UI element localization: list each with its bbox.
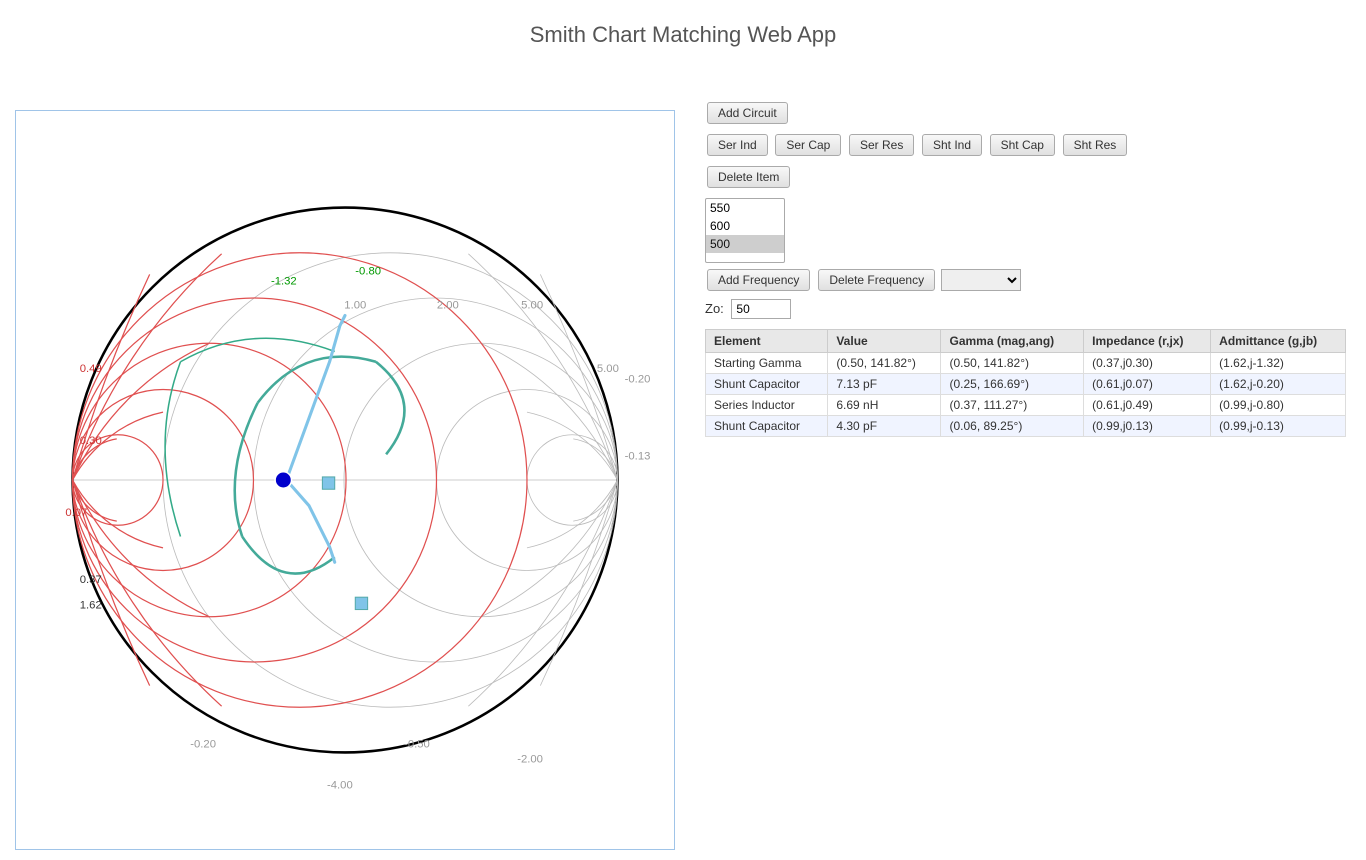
sht-ind-button[interactable]: Sht Ind — [922, 134, 982, 156]
svg-text:0.37: 0.37 — [80, 574, 102, 586]
table-cell-impedance: (0.99,j0.13) — [1084, 416, 1211, 437]
table-cell-admittance: (1.62,j-0.20) — [1211, 374, 1346, 395]
delete-item-button[interactable]: Delete Item — [707, 166, 790, 188]
svg-text:-0.13: -0.13 — [625, 450, 651, 462]
element-buttons-row: Ser Ind Ser Cap Ser Res Sht Ind Sht Cap … — [705, 132, 1346, 158]
svg-text:-2.00: -2.00 — [517, 754, 543, 766]
table-row[interactable]: Starting Gamma(0.50, 141.82°)(0.50, 141.… — [706, 353, 1346, 374]
table-cell-gamma: (0.25, 166.69°) — [941, 374, 1084, 395]
freq-option-550[interactable]: 550 — [706, 199, 784, 217]
svg-text:0.49: 0.49 — [80, 363, 102, 375]
frequency-dropdown[interactable] — [941, 269, 1021, 291]
table-cell-element: Shunt Capacitor — [706, 416, 828, 437]
freq-option-600[interactable]: 600 — [706, 217, 784, 235]
table-body: Starting Gamma(0.50, 141.82°)(0.50, 141.… — [706, 353, 1346, 437]
smith-chart: 1.00 2.00 5.00 -0.13 -0.20 0.49 0.30 0.0… — [15, 110, 675, 850]
table-row[interactable]: Shunt Capacitor4.30 pF(0.06, 89.25°)(0.9… — [706, 416, 1346, 437]
svg-text:5.00: 5.00 — [521, 299, 543, 311]
add-circuit-button[interactable]: Add Circuit — [707, 102, 788, 124]
delete-row: Delete Item — [705, 164, 1346, 190]
svg-text:-0.20: -0.20 — [190, 738, 216, 750]
svg-text:-0.50: -0.50 — [404, 738, 430, 750]
svg-text:-1.32: -1.32 — [271, 276, 297, 288]
page-title: Smith Chart Matching Web App — [0, 22, 1366, 48]
delete-frequency-button[interactable]: Delete Frequency — [818, 269, 935, 291]
col-admittance: Admittance (g,jb) — [1211, 330, 1346, 353]
svg-text:-0.20: -0.20 — [625, 373, 651, 385]
table-cell-admittance: (0.99,j-0.80) — [1211, 395, 1346, 416]
table-row[interactable]: Shunt Capacitor7.13 pF(0.25, 166.69°)(0.… — [706, 374, 1346, 395]
svg-text:0.07: 0.07 — [65, 507, 87, 519]
svg-text:2.00: 2.00 — [437, 299, 459, 311]
controls-panel: Add Circuit Ser Ind Ser Cap Ser Res Sht … — [675, 0, 1366, 860]
ser-ind-button[interactable]: Ser Ind — [707, 134, 768, 156]
table-cell-element: Starting Gamma — [706, 353, 828, 374]
col-gamma: Gamma (mag,ang) — [941, 330, 1084, 353]
zo-row: Zo: — [705, 299, 1346, 319]
svg-text:-0.80: -0.80 — [355, 265, 381, 277]
svg-text:5.00: 5.00 — [597, 363, 619, 375]
add-frequency-button[interactable]: Add Frequency — [707, 269, 810, 291]
table-cell-value: 4.30 pF — [828, 416, 941, 437]
sht-cap-button[interactable]: Sht Cap — [990, 134, 1055, 156]
table-cell-element: Series Inductor — [706, 395, 828, 416]
table-cell-impedance: (0.37,j0.30) — [1084, 353, 1211, 374]
table-row[interactable]: Series Inductor6.69 nH(0.37, 111.27°)(0.… — [706, 395, 1346, 416]
add-circuit-row: Add Circuit — [705, 100, 1346, 126]
table-cell-impedance: (0.61,j0.49) — [1084, 395, 1211, 416]
table-cell-gamma: (0.37, 111.27°) — [941, 395, 1084, 416]
table-cell-value: 6.69 nH — [828, 395, 941, 416]
table-cell-value: (0.50, 141.82°) — [828, 353, 941, 374]
table-cell-gamma: (0.06, 89.25°) — [941, 416, 1084, 437]
svg-text:0.30: 0.30 — [80, 435, 102, 447]
svg-text:-4.00: -4.00 — [327, 779, 353, 791]
table-cell-value: 7.13 pF — [828, 374, 941, 395]
table-cell-admittance: (0.99,j-0.13) — [1211, 416, 1346, 437]
col-impedance: Impedance (r,jx) — [1084, 330, 1211, 353]
table-cell-gamma: (0.50, 141.82°) — [941, 353, 1084, 374]
zo-input[interactable] — [731, 299, 791, 319]
table-cell-admittance: (1.62,j-1.32) — [1211, 353, 1346, 374]
sht-res-button[interactable]: Sht Res — [1063, 134, 1128, 156]
table-header-row: Element Value Gamma (mag,ang) Impedance … — [706, 330, 1346, 353]
col-value: Value — [828, 330, 941, 353]
circuit-table: Element Value Gamma (mag,ang) Impedance … — [705, 329, 1346, 437]
ser-cap-button[interactable]: Ser Cap — [775, 134, 841, 156]
col-element: Element — [706, 330, 828, 353]
frequency-container: 550 600 500 Add Frequency Delete Frequen… — [705, 198, 1346, 293]
ser-res-button[interactable]: Ser Res — [849, 134, 914, 156]
freq-option-500[interactable]: 500 — [706, 235, 784, 253]
svg-text:1.62: 1.62 — [80, 600, 102, 612]
zo-label: Zo: — [705, 301, 724, 316]
svg-text:1.00: 1.00 — [344, 299, 366, 311]
table-cell-element: Shunt Capacitor — [706, 374, 828, 395]
frequency-list[interactable]: 550 600 500 — [705, 198, 785, 263]
table-cell-impedance: (0.61,j0.07) — [1084, 374, 1211, 395]
